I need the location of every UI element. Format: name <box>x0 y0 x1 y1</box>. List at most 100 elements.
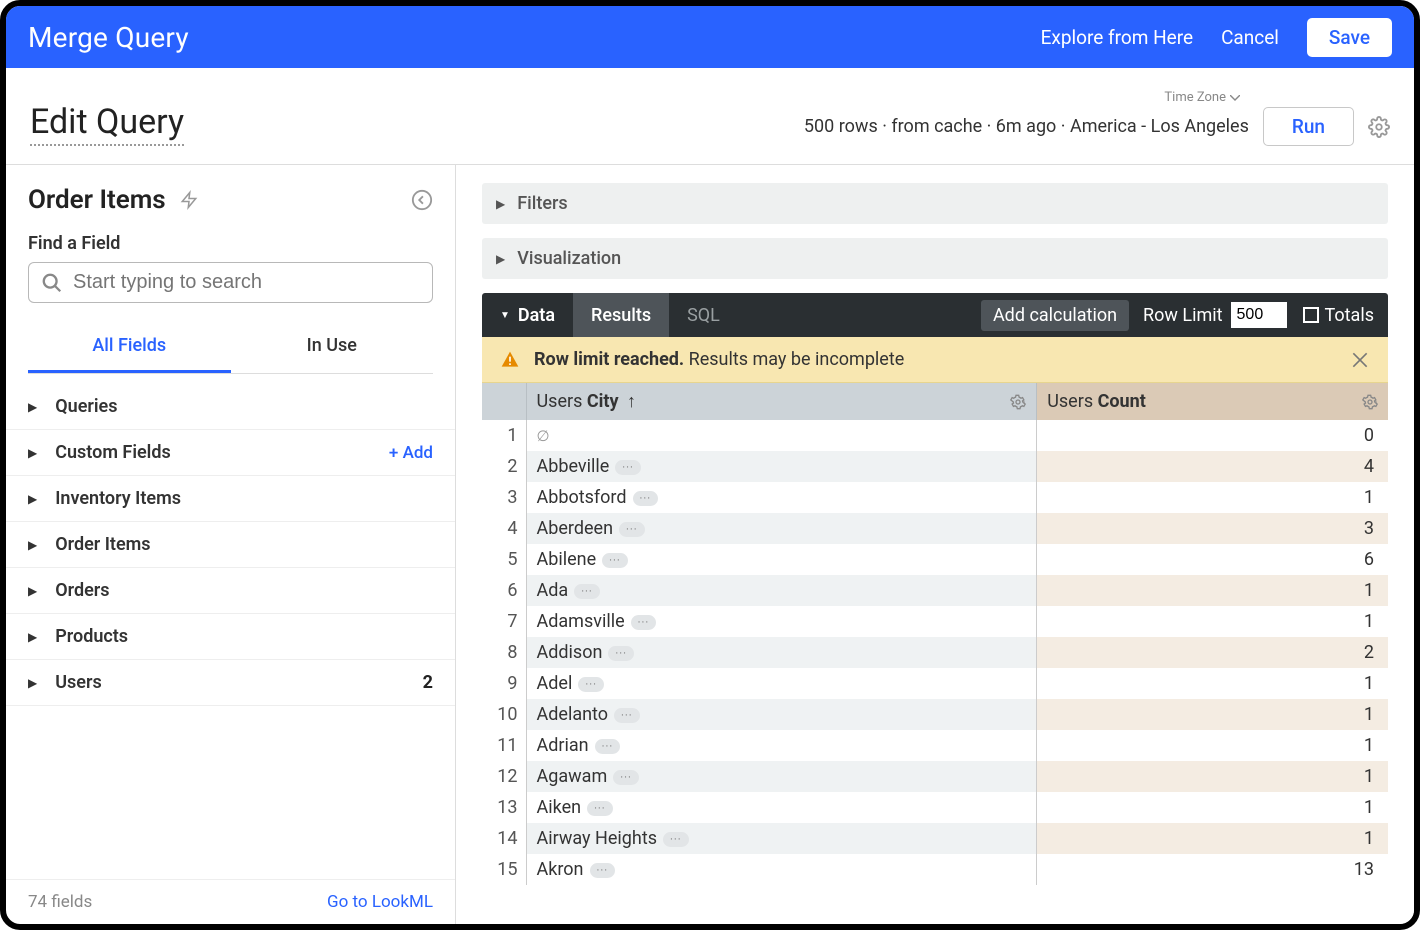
data-section-toggle[interactable]: ▼ Data <box>482 293 573 337</box>
cell-actions-icon[interactable]: ··· <box>619 522 645 537</box>
count-cell[interactable]: 1 <box>1037 482 1388 513</box>
go-to-lookml-link[interactable]: Go to LookML <box>327 892 433 912</box>
data-label: Data <box>518 305 555 326</box>
count-cell[interactable]: 1 <box>1037 606 1388 637</box>
totals-checkbox[interactable] <box>1303 307 1319 323</box>
count-cell[interactable]: 6 <box>1037 544 1388 575</box>
query-header: Edit Query Time Zone 500 rows · from cac… <box>6 68 1414 165</box>
city-cell[interactable]: Aberdeen ··· <box>526 513 1037 544</box>
table-row: 11Adrian···1 <box>482 730 1388 761</box>
collapse-sidebar-button[interactable] <box>411 189 433 211</box>
run-button[interactable]: Run <box>1263 107 1354 146</box>
tab-in-use[interactable]: In Use <box>231 321 434 373</box>
city-value: Aberdeen <box>537 518 614 539</box>
query-settings-button[interactable] <box>1368 116 1390 138</box>
cell-actions-icon[interactable]: ··· <box>631 615 657 630</box>
city-cell[interactable]: Abbotsford ··· <box>526 482 1037 513</box>
city-cell[interactable]: Airway Heights··· <box>526 823 1037 854</box>
count-cell[interactable]: 13 <box>1037 854 1388 885</box>
cell-actions-icon[interactable]: ··· <box>615 460 641 475</box>
close-warning-button[interactable] <box>1350 350 1370 370</box>
count-cell[interactable]: 1 <box>1037 792 1388 823</box>
table-row: 7Adamsville···1 <box>482 606 1388 637</box>
count-cell[interactable]: 1 <box>1037 823 1388 854</box>
count-cell[interactable]: 0 <box>1037 420 1388 451</box>
count-cell[interactable]: 1 <box>1037 575 1388 606</box>
tab-all-fields[interactable]: All Fields <box>28 321 231 373</box>
field-group[interactable]: ▶Custom Fields+ Add <box>6 430 455 476</box>
cell-actions-icon[interactable]: ··· <box>590 863 616 878</box>
search-input[interactable] <box>73 271 420 294</box>
city-cell[interactable]: ∅ <box>526 420 1037 451</box>
filters-label: Filters <box>517 193 567 214</box>
count-cell[interactable]: 1 <box>1037 761 1388 792</box>
count-cell[interactable]: 3 <box>1037 513 1388 544</box>
table-row: 3Abbotsford···1 <box>482 482 1388 513</box>
null-symbol: ∅ <box>537 427 550 445</box>
field-group[interactable]: ▶Orders <box>6 568 455 614</box>
bolt-icon[interactable] <box>180 189 198 211</box>
results-table-wrap[interactable]: Users City ↑ Users Count <box>482 383 1388 924</box>
field-group[interactable]: ▶Inventory Items <box>6 476 455 522</box>
row-number: 1 <box>482 420 526 451</box>
add-custom-field-link[interactable]: + Add <box>389 443 433 463</box>
fields-count: 74 fields <box>28 892 92 912</box>
city-cell[interactable]: Aiken··· <box>526 792 1037 823</box>
search-icon <box>41 272 63 294</box>
totals-toggle[interactable]: Totals <box>1303 305 1374 326</box>
visualization-panel-toggle[interactable]: ▶ Visualization <box>482 238 1388 279</box>
row-number: 9 <box>482 668 526 699</box>
explore-title: Order Items <box>28 185 166 215</box>
chevron-down-icon <box>1230 95 1240 101</box>
cell-actions-icon[interactable]: ··· <box>595 739 621 754</box>
field-group[interactable]: ▶Queries <box>6 384 455 430</box>
count-cell[interactable]: 1 <box>1037 668 1388 699</box>
column-header-city[interactable]: Users City ↑ <box>526 383 1037 420</box>
add-calculation-button[interactable]: Add calculation <box>981 300 1129 331</box>
cell-actions-icon[interactable]: ··· <box>587 801 613 816</box>
city-cell[interactable]: Abilene··· <box>526 544 1037 575</box>
save-button[interactable]: Save <box>1307 18 1392 57</box>
column-header-count[interactable]: Users Count <box>1037 383 1388 420</box>
cell-actions-icon[interactable]: ··· <box>663 832 689 847</box>
city-cell[interactable]: Adrian··· <box>526 730 1037 761</box>
query-meta: Time Zone 500 rows · from cache · 6m ago… <box>804 90 1390 146</box>
row-limit-input[interactable] <box>1231 302 1287 328</box>
count-cell[interactable]: 1 <box>1037 730 1388 761</box>
city-cell[interactable]: Adamsville··· <box>526 606 1037 637</box>
count-cell[interactable]: 1 <box>1037 699 1388 730</box>
city-cell[interactable]: Adel··· <box>526 668 1037 699</box>
search-input-wrap[interactable] <box>28 262 433 303</box>
filters-panel-toggle[interactable]: ▶ Filters <box>482 183 1388 224</box>
column-settings-city[interactable] <box>1010 394 1026 410</box>
cell-actions-icon[interactable]: ··· <box>574 584 600 599</box>
field-group[interactable]: ▶Order Items <box>6 522 455 568</box>
cell-actions-icon[interactable]: ··· <box>613 770 639 785</box>
timezone-selector[interactable]: Time Zone <box>1164 90 1240 105</box>
cell-actions-icon[interactable]: ··· <box>578 677 604 692</box>
city-value: Abbotsford <box>537 487 627 508</box>
cell-actions-icon[interactable]: ··· <box>614 708 640 723</box>
edit-query-title[interactable]: Edit Query <box>30 102 184 146</box>
cell-actions-icon[interactable]: ··· <box>633 491 659 506</box>
cancel-link[interactable]: Cancel <box>1221 26 1279 49</box>
city-cell[interactable]: Ada··· <box>526 575 1037 606</box>
table-row: 10Adelanto···1 <box>482 699 1388 730</box>
field-group[interactable]: ▶Users2 <box>6 660 455 706</box>
city-cell[interactable]: Akron··· <box>526 854 1037 885</box>
count-cell[interactable]: 2 <box>1037 637 1388 668</box>
city-cell[interactable]: Adelanto··· <box>526 699 1037 730</box>
explore-from-here-link[interactable]: Explore from Here <box>1041 26 1193 49</box>
table-row: 9Adel···1 <box>482 668 1388 699</box>
field-group[interactable]: ▶Products <box>6 614 455 660</box>
tab-sql[interactable]: SQL <box>669 293 738 337</box>
count-cell[interactable]: 4 <box>1037 451 1388 482</box>
column-settings-count[interactable] <box>1362 394 1378 410</box>
city-cell[interactable]: Addison··· <box>526 637 1037 668</box>
city-cell[interactable]: Abbeville··· <box>526 451 1037 482</box>
city-cell[interactable]: Agawam··· <box>526 761 1037 792</box>
tab-results[interactable]: Results <box>573 293 669 337</box>
cell-actions-icon[interactable]: ··· <box>608 646 634 661</box>
row-number: 14 <box>482 823 526 854</box>
cell-actions-icon[interactable]: ··· <box>602 553 628 568</box>
